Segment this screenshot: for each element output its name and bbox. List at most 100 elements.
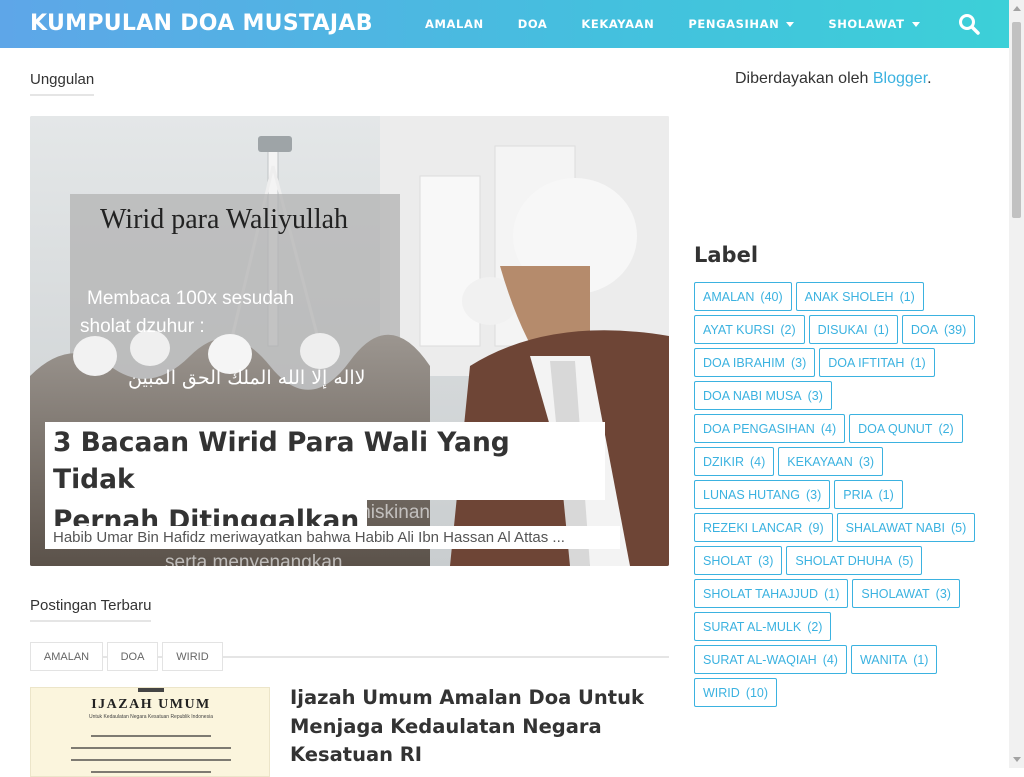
label-name: DOA PENGASIHAN — [703, 421, 815, 436]
label-chip[interactable]: DOA PENGASIHAN (4) — [694, 414, 846, 443]
label-name: DOA IFTITAH — [828, 355, 905, 370]
label-name: SHALAWAT NABI — [845, 520, 945, 535]
label-count: (1) — [824, 586, 840, 601]
label-chip[interactable]: WANITA (1) — [850, 645, 938, 674]
label-widget-heading: Label — [694, 243, 759, 267]
scroll-up-arrow-icon[interactable] — [1009, 0, 1024, 17]
image-caption-line2: sholat dzuhur : — [80, 316, 205, 337]
caret-down-icon — [911, 21, 920, 27]
recent-post-thumbnail[interactable]: IJAZAH UMUM Untuk Kedaulatan Negara Kesa… — [30, 687, 270, 777]
menu-item-sholawat[interactable]: SHOLAWAT — [811, 17, 936, 31]
label-chip[interactable]: REZEKI LANCAR (9) — [694, 513, 833, 542]
label-chip[interactable]: DOA (39) — [901, 315, 976, 344]
label-count: (3) — [935, 586, 951, 601]
label-name: DOA QUNUT — [858, 421, 933, 436]
label-count: (3) — [807, 388, 823, 403]
post-tag-doa[interactable]: DOA — [107, 642, 158, 671]
menu-item-doa[interactable]: DOA — [501, 17, 565, 31]
label-name: DOA NABI MUSA — [703, 388, 802, 403]
label-name: DISUKAI — [817, 322, 868, 337]
label-chip[interactable]: ANAK SHOLEH (1) — [795, 282, 924, 311]
label-chip[interactable]: KEKAYAAN (3) — [778, 447, 884, 476]
label-chip[interactable]: DOA IFTITAH (1) — [819, 348, 935, 377]
blogger-link[interactable]: Blogger — [873, 70, 927, 87]
label-chip[interactable]: LUNAS HUTANG (3) — [694, 480, 831, 509]
label-count: (4) — [749, 454, 766, 469]
label-count: (1) — [913, 652, 929, 667]
label-count: (2) — [938, 421, 954, 436]
label-name: SHOLAWAT — [861, 586, 930, 601]
label-chip[interactable]: DISUKAI (1) — [808, 315, 898, 344]
label-name: SURAT AL-WAQIAH — [703, 652, 817, 667]
powered-suffix: . — [927, 70, 932, 87]
menu-item-pengasihan[interactable]: PENGASIHAN — [671, 17, 811, 31]
label-chip[interactable]: DOA IBRAHIM (3) — [694, 348, 816, 377]
label-chip[interactable]: SHOLAWAT (3) — [852, 579, 960, 608]
powered-by-text: Diberdayakan oleh Blogger. — [735, 70, 932, 88]
label-chip[interactable]: AMALAN (40) — [694, 282, 792, 311]
label-name: AYAT KURSI — [703, 322, 775, 337]
label-name: KEKAYAAN — [787, 454, 853, 469]
label-name: WANITA — [859, 652, 908, 667]
image-caption-line1: Membaca 100x sesudah — [87, 288, 294, 309]
page-scrollbar[interactable] — [1009, 0, 1024, 768]
label-name: REZEKI LANCAR — [703, 520, 803, 535]
label-name: SHOLAT DHUHA — [795, 553, 893, 568]
label-name: LUNAS HUTANG — [703, 487, 801, 502]
site-title[interactable]: KUMPULAN DOA MUSTAJAB — [30, 11, 373, 36]
scroll-down-arrow-icon[interactable] — [1009, 751, 1024, 768]
label-name: DOA IBRAHIM — [703, 355, 785, 370]
label-chip[interactable]: SHOLAT TAHAJJUD (1) — [694, 579, 849, 608]
label-name: SHOLAT TAHAJJUD — [703, 586, 819, 601]
featured-heading: Unggulan — [30, 71, 95, 96]
search-icon[interactable] — [958, 13, 980, 35]
label-name: SURAT AL-MULK — [703, 619, 802, 634]
label-name: DZIKIR — [703, 454, 744, 469]
label-chip[interactable]: SURAT AL-WAQIAH (4) — [694, 645, 847, 674]
label-count: (10) — [745, 685, 769, 700]
label-chip[interactable]: SHALAWAT NABI (5) — [836, 513, 976, 542]
image-caption-title: Wirid para Waliyullah — [100, 204, 348, 235]
label-count: (3) — [790, 355, 807, 370]
featured-post-title[interactable]: 3 Bacaan Wirid Para Wali Yang Tidak Pern… — [45, 422, 605, 541]
label-count: (2) — [780, 322, 796, 337]
thumbnail-image: IJAZAH UMUM Untuk Kedaulatan Negara Kesa… — [31, 688, 269, 776]
thumbnail-heading: IJAZAH UMUM — [91, 697, 211, 712]
label-count: (4) — [822, 652, 838, 667]
label-chip[interactable]: WIRID (10) — [694, 678, 778, 707]
menu-item-label: DOA — [517, 17, 548, 31]
label-count: (3) — [758, 553, 774, 568]
label-chip[interactable]: DOA NABI MUSA (3) — [694, 381, 832, 410]
menu-item-label: AMALAN — [425, 17, 484, 31]
post-tag-wirid[interactable]: WIRID — [162, 642, 223, 671]
label-cloud: AMALAN (40) ANAK SHOLEH (1) AYAT KURSI (2) … — [694, 282, 984, 707]
label-name: PRIA — [843, 487, 873, 502]
label-chip[interactable]: DZIKIR (4) — [694, 447, 775, 476]
label-name: SHOLAT — [703, 553, 753, 568]
label-name: WIRID — [703, 685, 740, 700]
post-tag-amalan[interactable]: AMALAN — [30, 642, 103, 671]
label-count: (5) — [950, 520, 967, 535]
label-chip[interactable]: DOA QUNUT (2) — [849, 414, 963, 443]
menu-item-kekayaan[interactable]: KEKAYAAN — [564, 17, 671, 31]
featured-title-line-1: 3 Bacaan Wirid Para Wali Yang Tidak — [45, 422, 605, 500]
label-name: ANAK SHOLEH — [804, 289, 894, 304]
label-chip[interactable]: SURAT AL-MULK (2) — [694, 612, 832, 641]
label-count: (3) — [806, 487, 822, 502]
recent-post-title[interactable]: Ijazah Umum Amalan Doa Untuk Menjaga Ked… — [290, 684, 670, 770]
label-count: (1) — [878, 487, 894, 502]
label-count: (1) — [910, 355, 926, 370]
thumbnail-subheading: Untuk Kedaulatan Negara Kesatuan Republi… — [89, 714, 213, 720]
scrollbar-thumb[interactable] — [1012, 22, 1021, 218]
label-chip[interactable]: AYAT KURSI (2) — [694, 315, 805, 344]
label-chip[interactable]: PRIA (1) — [834, 480, 903, 509]
menu-item-amalan[interactable]: AMALAN — [408, 17, 501, 31]
label-count: (9) — [808, 520, 824, 535]
label-chip[interactable]: SHOLAT DHUHA (5) — [786, 546, 923, 575]
label-chip[interactable]: SHOLAT (3) — [694, 546, 783, 575]
post-tags-row: AMALAN DOA WIRID — [30, 642, 669, 672]
menu-item-label: PENGASIHAN — [688, 17, 780, 31]
featured-post[interactable]: Wirid para Waliyullah Membaca 100x sesud… — [30, 116, 669, 566]
label-count: (39) — [944, 322, 967, 337]
image-caption-arabic: لااله إلا الله الملك الحق المبين — [128, 367, 365, 390]
